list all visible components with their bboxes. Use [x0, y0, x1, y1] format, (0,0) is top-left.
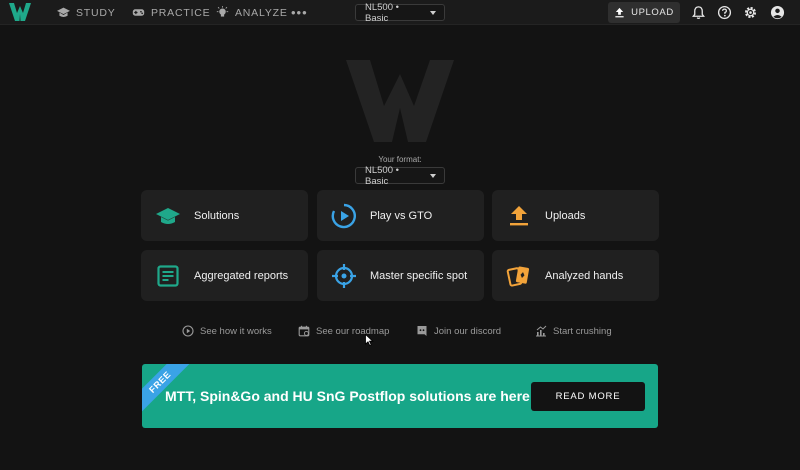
link-see-our-roadmap[interactable]: See our roadmap	[298, 323, 389, 339]
link-label: See how it works	[200, 325, 272, 337]
more-menu-button[interactable]: •••	[291, 0, 308, 25]
link-join-our-discord[interactable]: Join our discord	[416, 323, 501, 339]
upload-button[interactable]: UPLOAD	[608, 2, 680, 23]
format-select-top-value: NL500 • Basic	[365, 1, 399, 24]
play-circle-icon	[331, 203, 356, 229]
card-label: Master specific spot	[370, 269, 468, 282]
gamepad-icon	[132, 9, 145, 16]
upload-icon	[615, 7, 624, 18]
link-label: Start crushing	[553, 325, 612, 337]
card-label: Analyzed hands	[545, 269, 624, 282]
card-solutions[interactable]: Solutions	[141, 190, 308, 241]
bell-icon[interactable]	[691, 5, 706, 20]
format-select-top[interactable]: NL500 • Basic	[355, 1, 445, 24]
account-icon[interactable]	[770, 5, 785, 20]
card-label: Uploads	[545, 209, 586, 222]
nav-practice-label: PRACTICE	[151, 6, 211, 19]
report-icon	[157, 265, 179, 287]
top-navigation-bar: STUDY PRACTICE ANALYZE ••• NL500 • Basic…	[0, 0, 800, 25]
link-start-crushing[interactable]: Start crushing	[535, 323, 612, 339]
nav-practice[interactable]: PRACTICE	[132, 0, 211, 25]
card-uploads[interactable]: Uploads	[492, 190, 659, 241]
card-label: Aggregated reports	[194, 269, 289, 282]
promo-banner: FREE MTT, Spin&Go and HU SnG Postflop so…	[142, 364, 658, 428]
nav-analyze[interactable]: ANALYZE	[216, 0, 288, 25]
nav-analyze-label: ANALYZE	[235, 6, 288, 19]
link-see-how-it-works[interactable]: See how it works	[182, 323, 272, 339]
crosshair-icon	[332, 264, 356, 288]
calendar-icon	[298, 325, 310, 337]
card-analyzed-hands[interactable]: Analyzed hands	[492, 250, 659, 301]
lightbulb-icon	[216, 6, 229, 17]
banner-text: MTT, Spin&Go and HU SnG Postflop solutio…	[165, 388, 535, 404]
card-play-vs-gto[interactable]: Play vs GTO	[317, 190, 484, 241]
more-icon: •••	[291, 5, 308, 20]
caret-down-icon	[430, 173, 436, 178]
graduation-cap-icon	[156, 208, 180, 224]
read-more-button[interactable]: READ MORE	[531, 382, 645, 411]
format-label: Your format:	[378, 155, 422, 164]
chart-icon	[536, 325, 547, 337]
card-aggregated-reports[interactable]: Aggregated reports	[141, 250, 308, 301]
format-select-value: NL500 • Basic	[365, 164, 399, 187]
link-label: Join our discord	[434, 325, 502, 337]
gear-icon[interactable]	[743, 5, 758, 20]
nav-study[interactable]: STUDY	[57, 0, 116, 25]
card-master-specific-spot[interactable]: Master specific spot	[317, 250, 484, 301]
link-label: See our roadmap	[316, 325, 390, 337]
logo-icon[interactable]	[9, 3, 31, 21]
caret-down-icon	[430, 10, 436, 15]
upload-icon	[510, 206, 528, 226]
upload-button-label: UPLOAD	[631, 7, 674, 18]
mouse-cursor-icon	[365, 334, 374, 346]
card-label: Solutions	[194, 209, 240, 222]
discord-icon	[417, 326, 427, 336]
format-select[interactable]: NL500 • Basic	[355, 164, 445, 187]
help-icon[interactable]	[717, 5, 732, 20]
card-label: Play vs GTO	[370, 209, 433, 222]
graduation-cap-icon	[57, 7, 70, 17]
watermark-logo-icon	[346, 60, 454, 142]
cards-icon	[506, 266, 530, 287]
nav-study-label: STUDY	[76, 6, 116, 19]
play-icon	[182, 325, 194, 337]
